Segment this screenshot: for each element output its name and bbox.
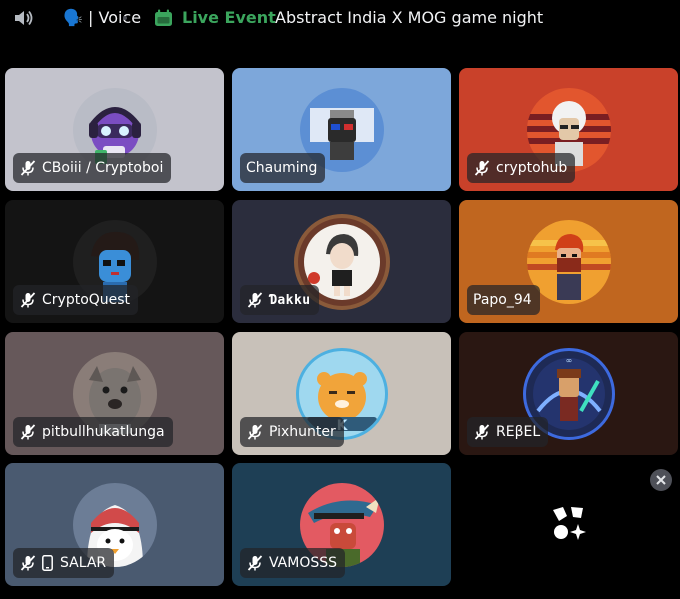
participant-nametag: Papo_94 [467, 285, 540, 315]
participant-nametag: Ɗakku [240, 285, 319, 315]
participant-nametag: Pixhunter [240, 417, 344, 447]
activity-logo-icon[interactable] [549, 504, 589, 544]
participant-tile[interactable]: Papo_94 [459, 200, 678, 323]
mic-off-icon [247, 555, 263, 571]
svg-text:∞: ∞ [565, 356, 572, 365]
participant-nametag: CryptoQuest [13, 285, 139, 315]
participant-nametag: REβEL [467, 417, 549, 447]
mic-off-icon [247, 424, 263, 440]
calendar-icon [155, 9, 172, 26]
voice-header: 🗣️ | Voice Live Event Abstract India X M… [0, 0, 680, 38]
mobile-icon [42, 555, 53, 571]
participant-tile[interactable]: pitbullhukatlunga [5, 332, 224, 455]
participant-name: VAMOSSS [269, 555, 338, 571]
participant-nametag: pitbullhukatlunga [13, 417, 173, 447]
participant-name: cryptohub [496, 160, 568, 176]
participant-tile[interactable]: K Pixhunter [232, 332, 451, 455]
close-button[interactable] [650, 469, 672, 491]
participant-tile[interactable]: Chauming [232, 68, 451, 191]
participant-tile[interactable]: cryptohub [459, 68, 678, 191]
live-event-label: Live Event [182, 8, 276, 27]
mic-off-icon [20, 555, 36, 571]
mic-off-icon [20, 292, 36, 308]
mic-off-icon [20, 424, 36, 440]
participant-nametag: CBoiii / Cryptoboi [13, 153, 172, 183]
participant-tile[interactable]: SALAR [5, 463, 224, 586]
participant-name: CBoiii / Cryptoboi [42, 160, 164, 176]
mic-off-icon [20, 160, 36, 176]
participant-tile[interactable]: Ɗakku [232, 200, 451, 323]
mic-off-icon [474, 160, 490, 176]
participant-nametag: cryptohub [467, 153, 576, 183]
participant-nametag: SALAR [13, 548, 115, 578]
mic-off-icon [247, 292, 263, 308]
participant-name: pitbullhukatlunga [42, 424, 165, 440]
participant-tile[interactable]: ∞ REβEL [459, 332, 678, 455]
participant-name: Chauming [246, 160, 318, 176]
mic-off-icon [474, 424, 490, 440]
participant-name: SALAR [60, 555, 107, 571]
close-icon [656, 475, 666, 485]
participant-tile[interactable]: VAMOSSS [232, 463, 451, 586]
participant-tile[interactable]: CryptoQuest [5, 200, 224, 323]
participant-name: Ɗakku [269, 292, 311, 308]
speaker-icon[interactable] [13, 9, 33, 27]
participant-tile[interactable]: CBoiii / Cryptoboi [5, 68, 224, 191]
participant-nametag: Chauming [240, 153, 326, 183]
participant-name: Papo_94 [473, 292, 532, 308]
participant-name: REβEL [496, 424, 541, 440]
channel-name[interactable]: 🗣️ | Voice [63, 8, 141, 27]
participant-name: Pixhunter [269, 424, 336, 440]
event-title: Abstract India X MOG game night [275, 8, 544, 27]
separator-dot [123, 16, 127, 20]
participant-nametag: VAMOSSS [240, 548, 346, 578]
participant-name: CryptoQuest [42, 292, 131, 308]
